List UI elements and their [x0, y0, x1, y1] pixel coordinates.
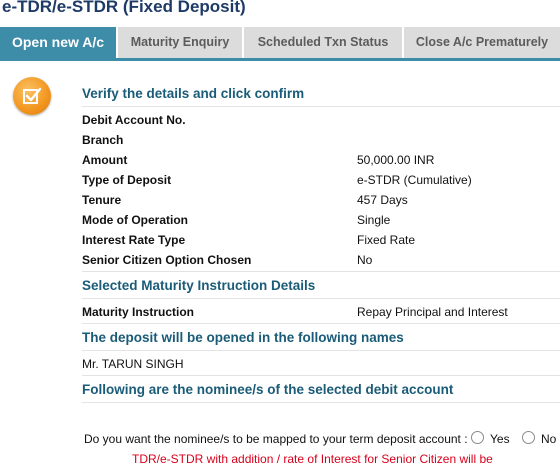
check-icon: [13, 77, 51, 115]
value-maturity-instruction: Repay Principal and Interest: [357, 305, 508, 319]
divider: [82, 350, 560, 351]
divider: [82, 323, 560, 324]
maturity-heading: Selected Maturity Instruction Details: [82, 278, 316, 293]
label-tenure: Tenure: [82, 193, 122, 207]
label-branch: Branch: [82, 133, 124, 147]
nominee-heading: Following are the nominee/s of the selec…: [82, 382, 454, 397]
tab-maturity-enquiry[interactable]: Maturity Enquiry: [118, 27, 244, 58]
value-mode-of-operation: Single: [357, 213, 391, 227]
value-type-of-deposit: e-STDR (Cumulative): [357, 173, 472, 187]
tab-bar: Open new A/c Maturity Enquiry Scheduled …: [0, 27, 560, 58]
tab-scheduled-txn-status[interactable]: Scheduled Txn Status: [244, 27, 404, 58]
value-interest-rate-type: Fixed Rate: [357, 233, 416, 247]
value-senior-citizen: No: [357, 253, 373, 267]
value-tenure: 457 Days: [357, 193, 408, 207]
nominee-question: Do you want the nominee/s to be mapped t…: [84, 432, 468, 446]
label-debit-account: Debit Account No.: [82, 113, 186, 127]
divider: [82, 402, 560, 403]
label-maturity-instruction: Maturity Instruction: [82, 305, 195, 319]
nominee-yes-label[interactable]: Yes: [490, 432, 510, 446]
verify-heading: Verify the details and click confirm: [82, 86, 305, 101]
label-amount: Amount: [82, 153, 128, 167]
tab-close-ac-prematurely[interactable]: Close A/c Prematurely: [404, 27, 560, 58]
tab-open-new-ac[interactable]: Open new A/c: [0, 27, 118, 58]
page-title: e-TDR/e-STDR (Fixed Deposit): [2, 0, 246, 16]
nominee-no-label[interactable]: No: [541, 432, 556, 446]
label-type-of-deposit: Type of Deposit: [82, 173, 172, 187]
names-heading: The deposit will be opened in the follow…: [82, 330, 404, 345]
nominee-yes-radio[interactable]: [471, 431, 484, 444]
divider: [82, 271, 560, 272]
senior-citizen-note: TDR/e-STDR with addition / rate of Inter…: [132, 452, 493, 466]
label-mode-of-operation: Mode of Operation: [82, 213, 188, 227]
value-amount: 50,000.00 INR: [357, 153, 435, 167]
divider: [82, 375, 560, 376]
divider: [82, 298, 560, 299]
label-interest-rate-type: Interest Rate Type: [82, 233, 186, 247]
label-senior-citizen: Senior Citizen Option Chosen: [82, 253, 252, 267]
nominee-no-radio[interactable]: [522, 431, 535, 444]
account-holder-name: Mr. TARUN SINGH: [82, 357, 184, 371]
divider: [82, 106, 560, 107]
